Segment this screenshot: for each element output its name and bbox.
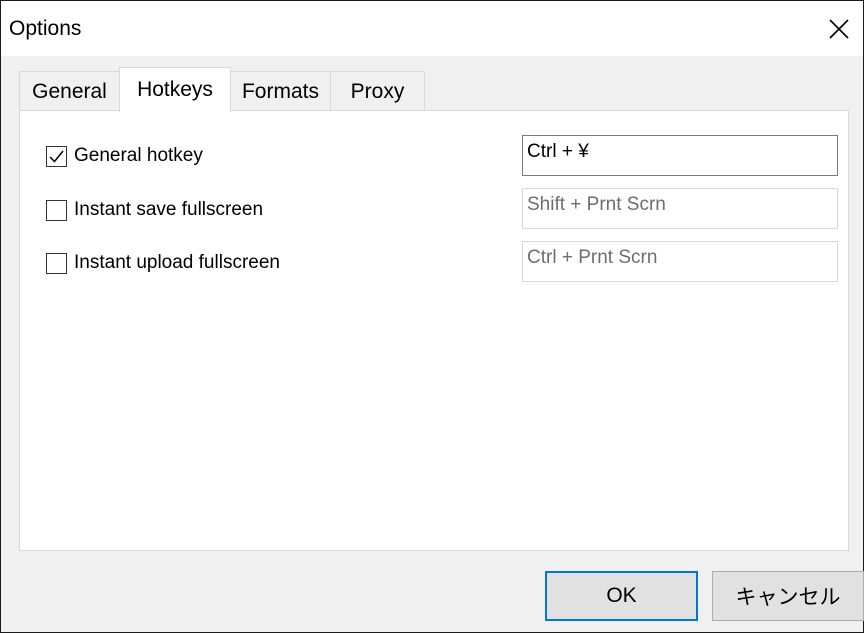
general-hotkey-checkbox[interactable] bbox=[46, 145, 67, 167]
close-button[interactable] bbox=[815, 1, 863, 56]
cancel-button[interactable]: キャンセル bbox=[712, 571, 864, 621]
options-dialog: Options General Hotkeys Formats Proxy Ge… bbox=[0, 0, 864, 633]
general-hotkey-field[interactable]: Ctrl + ¥ bbox=[522, 135, 838, 176]
hotkey-row-upload: Instant upload fullscreen bbox=[46, 250, 280, 276]
hotkey-row-general: General hotkey bbox=[46, 143, 203, 169]
tab-label: Hotkeys bbox=[137, 78, 213, 101]
tab-formats[interactable]: Formats bbox=[230, 71, 331, 111]
instant-upload-label[interactable]: Instant upload fullscreen bbox=[74, 252, 280, 274]
hotkey-row-save: Instant save fullscreen bbox=[46, 197, 263, 223]
tab-proxy[interactable]: Proxy bbox=[330, 71, 425, 111]
general-hotkey-label[interactable]: General hotkey bbox=[74, 145, 203, 167]
window-title: Options bbox=[9, 17, 82, 40]
ok-button[interactable]: OK bbox=[545, 571, 698, 621]
instant-upload-hotkey-field[interactable]: Ctrl + Prnt Scrn bbox=[522, 241, 838, 282]
hotkeys-panel: General hotkey Ctrl + ¥ Instant save ful… bbox=[19, 110, 849, 551]
instant-save-hotkey-field[interactable]: Shift + Prnt Scrn bbox=[522, 188, 838, 229]
tab-general[interactable]: General bbox=[19, 71, 120, 111]
tab-label: General bbox=[32, 79, 107, 103]
tab-label: Formats bbox=[241, 79, 319, 103]
close-icon bbox=[829, 18, 849, 39]
checkmark-icon bbox=[49, 150, 64, 163]
tab-label: Proxy bbox=[350, 79, 405, 103]
tab-hotkeys[interactable]: Hotkeys bbox=[119, 67, 231, 112]
instant-save-label[interactable]: Instant save fullscreen bbox=[74, 199, 263, 221]
instant-save-checkbox[interactable] bbox=[46, 199, 67, 221]
instant-upload-checkbox[interactable] bbox=[46, 252, 67, 274]
tab-strip: General Hotkeys Formats Proxy bbox=[19, 67, 849, 112]
title-bar: Options bbox=[1, 1, 863, 56]
